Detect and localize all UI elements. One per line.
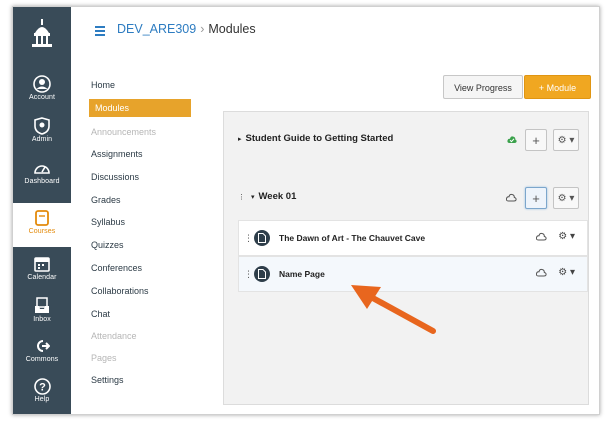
breadcrumb-course-link[interactable]: DEV_ARE309	[117, 22, 196, 36]
course-nav-collaborations[interactable]: Collaborations	[91, 282, 149, 300]
gnav-commons[interactable]: Commons	[13, 331, 71, 371]
add-item-button-week[interactable]: +	[525, 187, 547, 209]
course-nav-announcements[interactable]: Announcements	[91, 123, 156, 141]
help-icon: ?	[33, 377, 51, 395]
modules-list: ▸ Student Guide to Getting Started + ⚙ ▾ …	[223, 111, 589, 405]
view-progress-button[interactable]: View Progress	[443, 75, 523, 99]
page-icon	[254, 266, 270, 282]
module-settings-button-week[interactable]: ⚙ ▾	[553, 187, 579, 209]
shield-icon	[34, 117, 50, 135]
unpublished-cloud-icon[interactable]	[536, 268, 547, 277]
inbox-icon	[35, 297, 49, 313]
item-settings-icon[interactable]: ⚙ ▾	[558, 267, 575, 278]
gnav-admin[interactable]: Admin	[13, 111, 71, 151]
gnav-help[interactable]: ? Help	[13, 371, 71, 411]
breadcrumb-current: Modules	[208, 22, 256, 36]
commons-icon	[37, 340, 50, 352]
course-nav: Home Modules Announcements Assignments D…	[71, 53, 211, 414]
module-item-title[interactable]: Name Page	[279, 269, 325, 279]
module-header[interactable]: ▸ Student Guide to Getting Started + ⚙ ▾	[224, 120, 588, 160]
item-settings-icon[interactable]: ⚙ ▾	[558, 231, 575, 242]
dashboard-icon	[34, 165, 50, 174]
add-module-button[interactable]: + Module	[524, 75, 591, 99]
course-nav-settings[interactable]: Settings	[91, 371, 124, 389]
annotation-arrow-icon	[351, 285, 436, 334]
module-item-title[interactable]: The Dawn of Art - The Chauvet Cave	[279, 233, 425, 243]
gnav-dashboard[interactable]: Dashboard	[13, 153, 71, 193]
calendar-icon	[34, 257, 50, 272]
module-header-week[interactable]: ⋮ ▾ Week 01 + ⚙ ▾	[224, 178, 588, 218]
breadcrumb-separator: ›	[200, 22, 205, 36]
unpublished-cloud-icon[interactable]	[506, 193, 517, 202]
module-settings-button[interactable]: ⚙ ▾	[553, 129, 579, 151]
course-nav-home[interactable]: Home	[91, 76, 115, 94]
gnav-courses[interactable]: Courses	[13, 203, 71, 247]
capitol-logo-icon	[32, 19, 52, 47]
course-nav-syllabus[interactable]: Syllabus	[91, 213, 125, 231]
breadcrumb: DEV_ARE309 › Modules	[117, 22, 256, 36]
gnav-inbox[interactable]: Inbox	[13, 291, 71, 331]
collapse-caret-icon[interactable]: ▾	[251, 194, 255, 201]
book-icon	[35, 210, 49, 226]
page-header: DEV_ARE309 › Modules	[71, 7, 599, 54]
course-nav-grades[interactable]: Grades	[91, 191, 121, 209]
course-nav-attendance[interactable]: Attendance	[91, 327, 137, 345]
module-title-week[interactable]: ⋮ ▾ Week 01	[238, 191, 296, 202]
account-icon	[33, 75, 51, 93]
menu-toggle-icon[interactable]	[95, 26, 105, 38]
course-nav-conferences[interactable]: Conferences	[91, 259, 142, 277]
browser-frame: Account Admin Dashboard Courses Calendar…	[12, 6, 600, 415]
drag-handle-icon[interactable]: ⋮	[244, 233, 253, 244]
course-nav-modules[interactable]: Modules	[89, 99, 191, 117]
course-nav-discussions[interactable]: Discussions	[91, 168, 139, 186]
module-title[interactable]: ▸ Student Guide to Getting Started	[238, 133, 393, 144]
module-item-row[interactable]: ⋮ The Dawn of Art - The Chauvet Cave ⚙ ▾	[238, 220, 588, 256]
collapse-caret-icon[interactable]: ▸	[238, 136, 242, 143]
gnav-account[interactable]: Account	[13, 69, 71, 109]
add-item-button[interactable]: +	[525, 129, 547, 151]
course-nav-pages[interactable]: Pages	[91, 349, 117, 367]
course-nav-assignments[interactable]: Assignments	[91, 145, 143, 163]
drag-handle-icon[interactable]: ⋮	[244, 269, 253, 280]
global-nav: Account Admin Dashboard Courses Calendar…	[13, 7, 71, 414]
unpublished-cloud-icon[interactable]	[536, 232, 547, 241]
course-nav-chat[interactable]: Chat	[91, 305, 110, 323]
main-content: View Progress + Module ▸ Student Guide to…	[211, 53, 599, 414]
svg-text:?: ?	[39, 381, 46, 393]
page-icon	[254, 230, 270, 246]
published-check-icon[interactable]	[507, 135, 517, 145]
institution-logo[interactable]	[13, 7, 71, 61]
course-nav-quizzes[interactable]: Quizzes	[91, 236, 124, 254]
gnav-calendar[interactable]: Calendar	[13, 249, 71, 289]
drag-handle-icon[interactable]: ⋮	[238, 194, 245, 201]
